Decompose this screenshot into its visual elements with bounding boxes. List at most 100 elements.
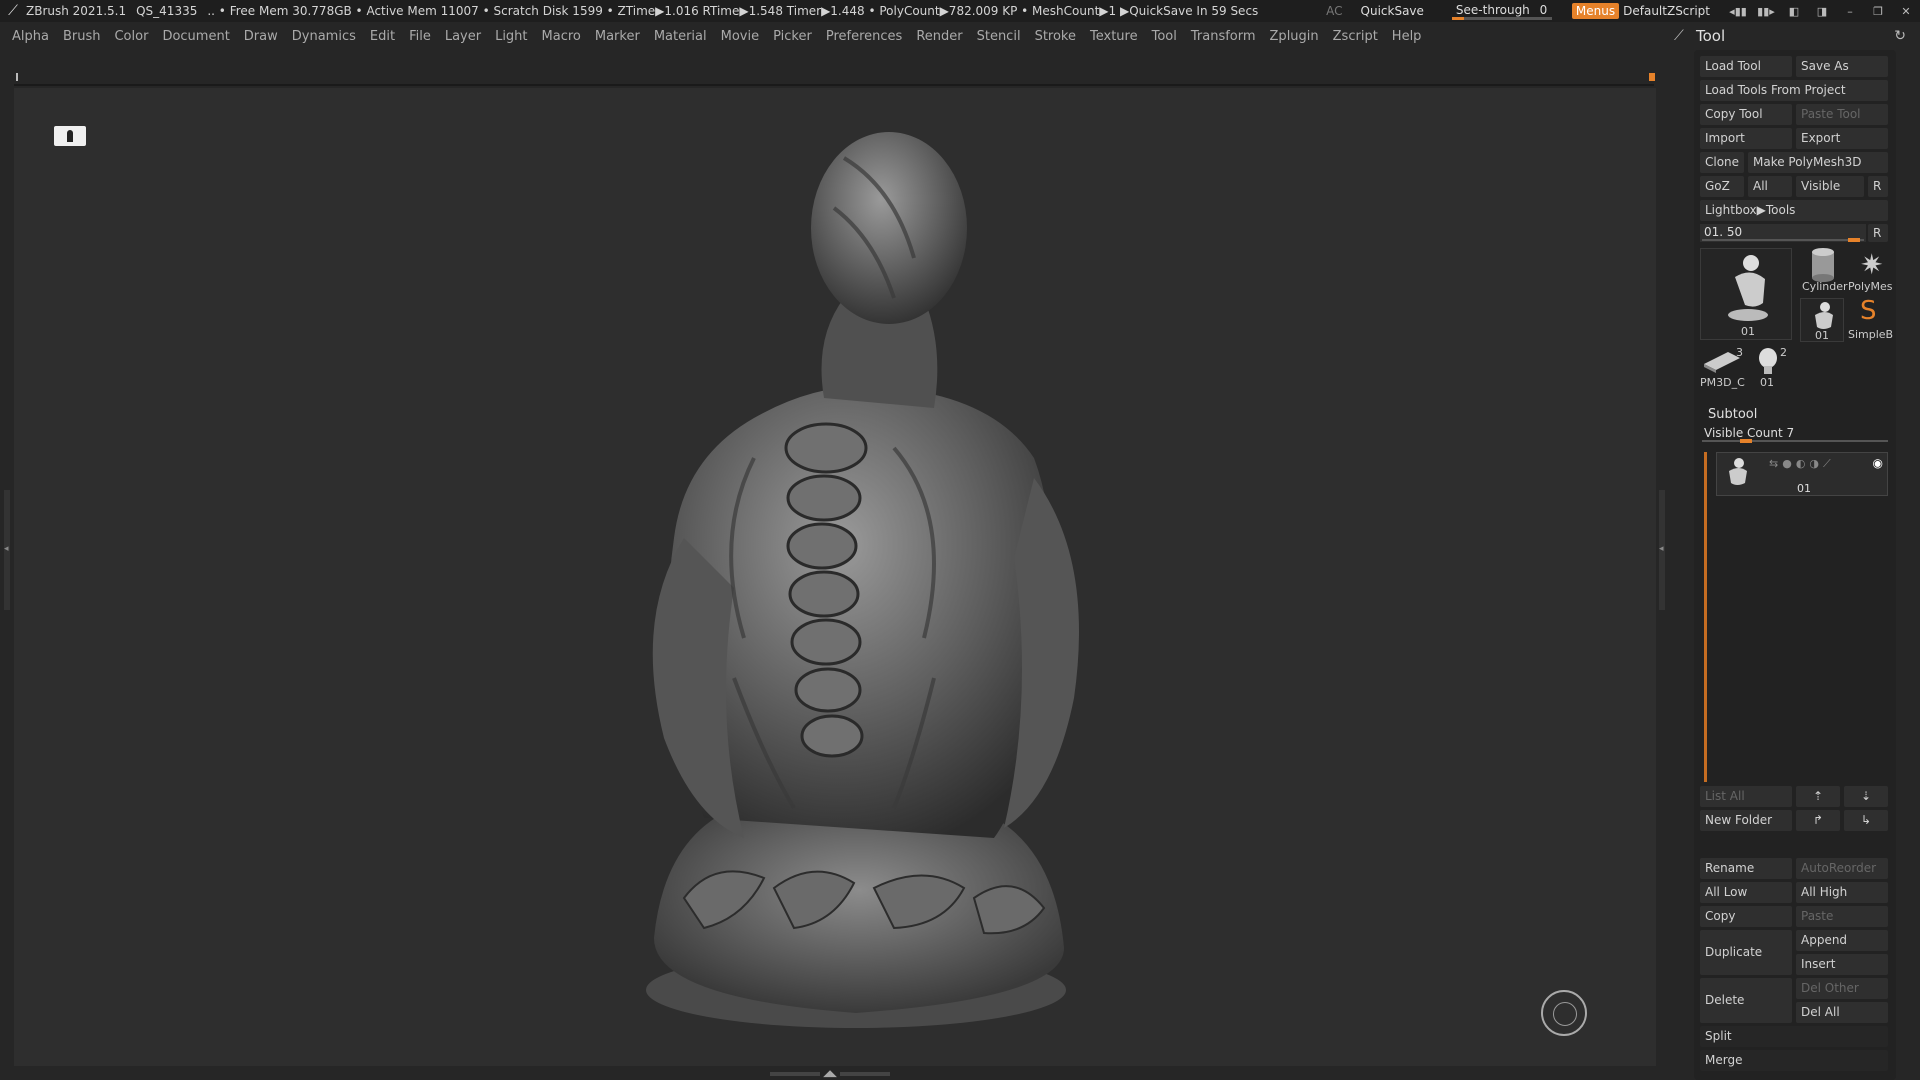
- import-button[interactable]: Import: [1700, 128, 1792, 149]
- menu-draw[interactable]: Draw: [244, 29, 278, 44]
- save-as-button[interactable]: Save As: [1796, 56, 1888, 77]
- menu-file[interactable]: File: [409, 29, 431, 44]
- right-marker[interactable]: [1649, 73, 1655, 81]
- pm3d-tool-thumbnail[interactable]: 3 PM3D_C: [1700, 346, 1748, 390]
- layout-icon[interactable]: ◧: [1783, 5, 1805, 18]
- close-icon[interactable]: ✕: [1895, 5, 1917, 18]
- pin-icon[interactable]: ⟋: [1674, 28, 1696, 44]
- rename-button[interactable]: Rename: [1700, 858, 1792, 879]
- cylinder-tool-thumbnail[interactable]: Cylinder: [1800, 248, 1848, 294]
- list-all-button[interactable]: List All: [1700, 786, 1792, 807]
- menu-material[interactable]: Material: [654, 29, 707, 44]
- load-tool-button[interactable]: Load Tool: [1700, 56, 1792, 77]
- menu-help[interactable]: Help: [1392, 29, 1422, 44]
- duplicate-button[interactable]: Duplicate: [1700, 930, 1792, 975]
- perspective-icon[interactable]: [54, 126, 86, 146]
- tool-palette-header[interactable]: ⟋ Tool ↻: [1670, 24, 1920, 48]
- menu-alpha[interactable]: Alpha: [12, 29, 49, 44]
- polymesh-tool-thumbnail[interactable]: ✷ PolyMes: [1846, 248, 1893, 294]
- menu-stencil[interactable]: Stencil: [977, 29, 1021, 44]
- visibility-eye-icon[interactable]: ◉: [1873, 456, 1883, 470]
- menu-brush[interactable]: Brush: [63, 29, 101, 44]
- menu-render[interactable]: Render: [916, 29, 962, 44]
- delete-button[interactable]: Delete: [1700, 978, 1792, 1023]
- tool-slider[interactable]: 01. 50: [1700, 224, 1866, 242]
- lightbox-tools-button[interactable]: Lightbox▶Tools: [1700, 200, 1888, 221]
- folder-arrow-icon[interactable]: ↱: [1796, 810, 1840, 831]
- folder-out-icon[interactable]: ↳: [1844, 810, 1888, 831]
- del-other-button[interactable]: Del Other: [1796, 978, 1888, 999]
- goz-r-button[interactable]: R: [1868, 176, 1888, 197]
- menu-picker[interactable]: Picker: [773, 29, 812, 44]
- autoreorder-button[interactable]: AutoReorder: [1796, 858, 1888, 879]
- minimize-icon[interactable]: –: [1839, 5, 1861, 18]
- see-through-slider[interactable]: See-through 0: [1450, 1, 1554, 21]
- bottom-tray-handle[interactable]: ◢◣: [770, 1069, 900, 1079]
- small-tool-thumbnail[interactable]: 01: [1800, 298, 1844, 342]
- simpleb-tool-thumbnail[interactable]: S SimpleB: [1846, 296, 1893, 344]
- move-up-icon[interactable]: ⇡: [1796, 786, 1840, 807]
- paste-button[interactable]: Paste: [1796, 906, 1888, 927]
- make-polymesh3d-button[interactable]: Make PolyMesh3D: [1748, 152, 1888, 173]
- subtool-header[interactable]: Subtool: [1694, 405, 1896, 425]
- menu-tool[interactable]: Tool: [1152, 29, 1177, 44]
- navigation-gizmo[interactable]: [1541, 990, 1587, 1036]
- goz-button[interactable]: GoZ: [1700, 176, 1744, 197]
- copy-button[interactable]: Copy: [1700, 906, 1792, 927]
- menu-stroke[interactable]: Stroke: [1035, 29, 1076, 44]
- menu-document[interactable]: Document: [162, 29, 229, 44]
- ac-label[interactable]: AC: [1326, 4, 1342, 18]
- bottom-arrows-icon[interactable]: ◢◣: [820, 1069, 840, 1079]
- reset-icon[interactable]: ↻: [1894, 28, 1906, 44]
- menu-layer[interactable]: Layer: [445, 29, 481, 44]
- interface-color-icon[interactable]: ◂▮▮: [1727, 5, 1749, 18]
- subtool-list[interactable]: ⇆●◐◑⟋ ◉ 01: [1704, 452, 1890, 782]
- del-all-button[interactable]: Del All: [1796, 1002, 1888, 1023]
- subtool-scrollbar[interactable]: [1704, 452, 1707, 782]
- menu-zplugin[interactable]: Zplugin: [1270, 29, 1319, 44]
- document-canvas[interactable]: [14, 88, 1656, 1066]
- menu-macro[interactable]: Macro: [542, 29, 581, 44]
- quicksave-button[interactable]: QuickSave: [1361, 4, 1424, 18]
- menu-marker[interactable]: Marker: [595, 29, 640, 44]
- clone-button[interactable]: Clone: [1700, 152, 1744, 173]
- subtool-item[interactable]: ⇆●◐◑⟋ ◉ 01: [1716, 452, 1888, 496]
- goz-all-button[interactable]: All: [1748, 176, 1792, 197]
- copy-tool-button[interactable]: Copy Tool: [1700, 104, 1792, 125]
- visible-count-slider[interactable]: Visible Count 7: [1700, 425, 1890, 443]
- menu-preferences[interactable]: Preferences: [826, 29, 902, 44]
- default-zscript-button[interactable]: DefaultZScript: [1623, 4, 1710, 18]
- current-tool-thumbnail[interactable]: 01: [1700, 248, 1792, 340]
- layout-icon-2[interactable]: ◨: [1811, 5, 1833, 18]
- move-down-icon[interactable]: ⇣: [1844, 786, 1888, 807]
- right-tray-handle[interactable]: ◂: [1659, 490, 1665, 610]
- new-folder-button[interactable]: New Folder: [1700, 810, 1792, 831]
- menu-color[interactable]: Color: [114, 29, 148, 44]
- menu-zscript[interactable]: Zscript: [1333, 29, 1378, 44]
- sculpt-model[interactable]: [594, 118, 1114, 1038]
- export-button[interactable]: Export: [1796, 128, 1888, 149]
- goz-visible-button[interactable]: Visible: [1796, 176, 1864, 197]
- menu-edit[interactable]: Edit: [370, 29, 395, 44]
- merge-section[interactable]: Merge: [1700, 1050, 1888, 1071]
- menu-movie[interactable]: Movie: [721, 29, 759, 44]
- paste-tool-button[interactable]: Paste Tool: [1796, 104, 1888, 125]
- split-section[interactable]: Split: [1700, 1026, 1888, 1047]
- menu-dynamics[interactable]: Dynamics: [292, 29, 356, 44]
- left-tray-handle[interactable]: ◂: [4, 490, 10, 610]
- maximize-icon[interactable]: ❐: [1867, 5, 1889, 18]
- interface-color-icon-2[interactable]: ▮▮▸: [1755, 5, 1777, 18]
- insert-button[interactable]: Insert: [1796, 954, 1888, 975]
- menus-toggle-button[interactable]: Menus: [1571, 3, 1620, 19]
- menu-light[interactable]: Light: [495, 29, 527, 44]
- tool-slider-r-button[interactable]: R: [1868, 224, 1888, 242]
- menu-texture[interactable]: Texture: [1090, 29, 1138, 44]
- menu-transform[interactable]: Transform: [1191, 29, 1256, 44]
- append-button[interactable]: Append: [1796, 930, 1888, 951]
- canvas-top-strip: [14, 73, 1655, 86]
- all-low-button[interactable]: All Low: [1700, 882, 1792, 903]
- subtool-options-icons[interactable]: ⇆●◐◑⟋: [1769, 457, 1835, 471]
- load-tools-from-project-button[interactable]: Load Tools From Project: [1700, 80, 1888, 101]
- head-tool-thumbnail[interactable]: 2 01: [1750, 346, 1794, 390]
- all-high-button[interactable]: All High: [1796, 882, 1888, 903]
